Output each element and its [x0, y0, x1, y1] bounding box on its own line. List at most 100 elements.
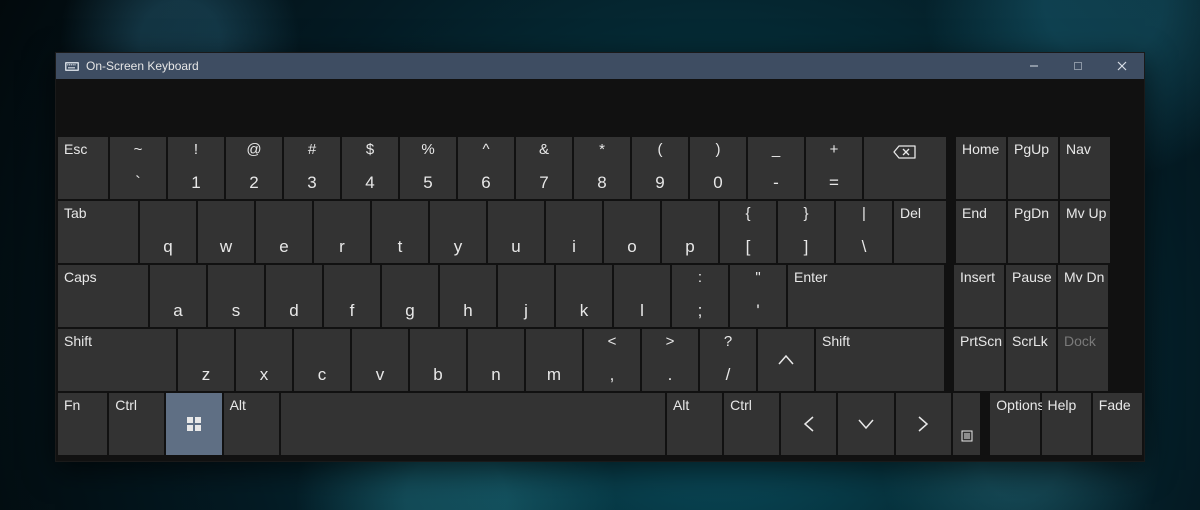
key-rctrl[interactable]: Ctrl: [724, 393, 779, 455]
key-shift-label: _: [772, 141, 780, 158]
key-help[interactable]: Help: [1042, 393, 1091, 455]
key-menu[interactable]: [953, 393, 981, 455]
key-2[interactable]: @2: [226, 137, 282, 199]
key-fn[interactable]: Fn: [58, 393, 107, 455]
key-pause[interactable]: Pause: [1006, 265, 1056, 327]
key-space[interactable]: [281, 393, 665, 455]
key-k[interactable]: k: [556, 265, 612, 327]
key-main-label: o: [627, 237, 636, 257]
key-lshift[interactable]: Shift: [58, 329, 176, 391]
key-7[interactable]: &7: [516, 137, 572, 199]
key-tab[interactable]: Tab: [58, 201, 138, 263]
key-left[interactable]: [781, 393, 836, 455]
key-fade[interactable]: Fade: [1093, 393, 1142, 455]
titlebar[interactable]: On-Screen Keyboard: [56, 53, 1144, 79]
key-grave[interactable]: ~`: [110, 137, 166, 199]
key-backspace[interactable]: [864, 137, 946, 199]
key-x[interactable]: x: [236, 329, 292, 391]
key-up[interactable]: [758, 329, 814, 391]
key-caps[interactable]: Caps: [58, 265, 148, 327]
close-button[interactable]: [1100, 53, 1144, 79]
key-main-label: c: [318, 365, 327, 385]
key-t[interactable]: t: [372, 201, 428, 263]
key-mvup[interactable]: Mv Up: [1060, 201, 1110, 263]
key-main-label: x: [260, 365, 269, 385]
key-s[interactable]: s: [208, 265, 264, 327]
key-5[interactable]: %5: [400, 137, 456, 199]
key-group-gap: [982, 393, 988, 455]
key-period[interactable]: >.: [642, 329, 698, 391]
key-main-label: h: [463, 301, 472, 321]
key-6[interactable]: ^6: [458, 137, 514, 199]
key-ralt[interactable]: Alt: [667, 393, 722, 455]
key-mvdn[interactable]: Mv Dn: [1058, 265, 1108, 327]
key-n[interactable]: n: [468, 329, 524, 391]
minimize-button[interactable]: [1012, 53, 1056, 79]
osk-icon: [64, 58, 80, 74]
key-rbracket[interactable]: }]: [778, 201, 834, 263]
key-nav[interactable]: Nav: [1060, 137, 1110, 199]
key-d[interactable]: d: [266, 265, 322, 327]
chevron-up-icon: [776, 354, 796, 366]
key-m[interactable]: m: [526, 329, 582, 391]
key-del[interactable]: Del: [894, 201, 946, 263]
key-win[interactable]: [166, 393, 221, 455]
key-down[interactable]: [838, 393, 893, 455]
key-0[interactable]: )0: [690, 137, 746, 199]
key-e[interactable]: e: [256, 201, 312, 263]
key-shift-label: &: [539, 141, 549, 158]
key-equals[interactable]: +=: [806, 137, 862, 199]
key-g[interactable]: g: [382, 265, 438, 327]
key-i[interactable]: i: [546, 201, 602, 263]
key-q[interactable]: q: [140, 201, 196, 263]
windows-logo-icon: [187, 417, 201, 431]
key-minus[interactable]: _-: [748, 137, 804, 199]
key-u[interactable]: u: [488, 201, 544, 263]
key-pgup[interactable]: PgUp: [1008, 137, 1058, 199]
key-main-label: ;: [698, 301, 703, 321]
key-insert[interactable]: Insert: [954, 265, 1004, 327]
key-b[interactable]: b: [410, 329, 466, 391]
key-end[interactable]: End: [956, 201, 1006, 263]
key-shift-label: @: [246, 141, 261, 158]
key-lctrl[interactable]: Ctrl: [109, 393, 164, 455]
key-pgdn[interactable]: PgDn: [1008, 201, 1058, 263]
maximize-button[interactable]: [1056, 53, 1100, 79]
key-quote[interactable]: "': [730, 265, 786, 327]
key-8[interactable]: *8: [574, 137, 630, 199]
key-options[interactable]: Options: [990, 393, 1039, 455]
key-v[interactable]: v: [352, 329, 408, 391]
key-semicolon[interactable]: :;: [672, 265, 728, 327]
key-z[interactable]: z: [178, 329, 234, 391]
key-1[interactable]: !1: [168, 137, 224, 199]
key-lalt[interactable]: Alt: [224, 393, 279, 455]
key-f[interactable]: f: [324, 265, 380, 327]
key-right[interactable]: [896, 393, 951, 455]
key-scrlk[interactable]: ScrLk: [1006, 329, 1056, 391]
window-title: On-Screen Keyboard: [86, 59, 1012, 73]
key-backslash[interactable]: |\: [836, 201, 892, 263]
key-w[interactable]: w: [198, 201, 254, 263]
key-c[interactable]: c: [294, 329, 350, 391]
key-a[interactable]: a: [150, 265, 206, 327]
key-esc[interactable]: Esc: [58, 137, 108, 199]
key-prtscn[interactable]: PrtScn: [954, 329, 1004, 391]
key-3[interactable]: #3: [284, 137, 340, 199]
key-comma[interactable]: <,: [584, 329, 640, 391]
key-9[interactable]: (9: [632, 137, 688, 199]
key-rshift[interactable]: Shift: [816, 329, 944, 391]
key-slash[interactable]: ?/: [700, 329, 756, 391]
key-dock[interactable]: Dock: [1058, 329, 1108, 391]
key-enter[interactable]: Enter: [788, 265, 944, 327]
key-y[interactable]: y: [430, 201, 486, 263]
key-p[interactable]: p: [662, 201, 718, 263]
key-h[interactable]: h: [440, 265, 496, 327]
key-j[interactable]: j: [498, 265, 554, 327]
key-l[interactable]: l: [614, 265, 670, 327]
key-shift-label: #: [308, 141, 316, 158]
key-home[interactable]: Home: [956, 137, 1006, 199]
key-lbracket[interactable]: {[: [720, 201, 776, 263]
key-o[interactable]: o: [604, 201, 660, 263]
key-4[interactable]: $4: [342, 137, 398, 199]
key-r[interactable]: r: [314, 201, 370, 263]
